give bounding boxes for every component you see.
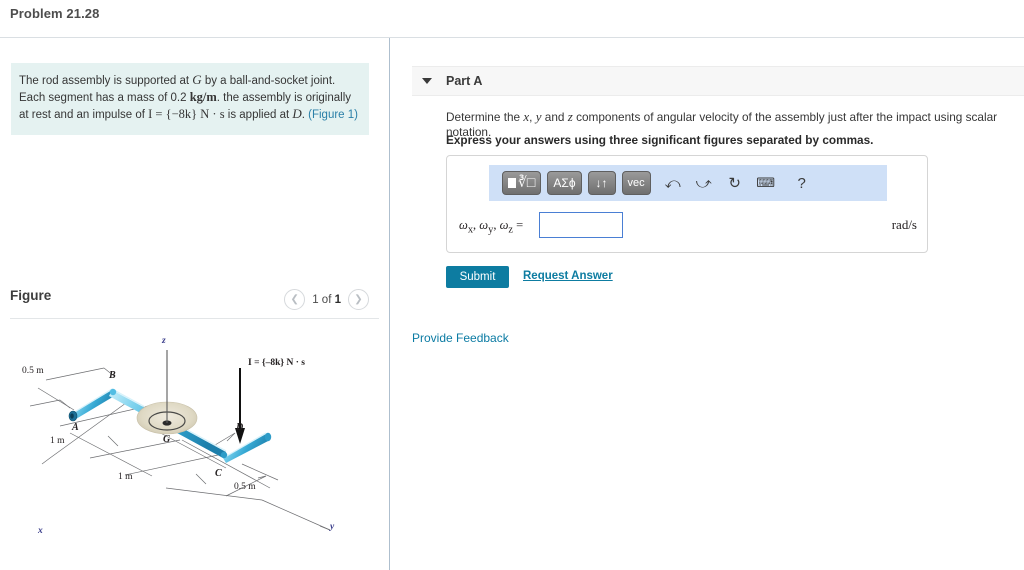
answer-label: ωx, ωy, ωz = <box>459 218 524 236</box>
figure-divider <box>10 318 379 319</box>
problem-text-segment-1: The rod assembly is supported at <box>19 75 193 87</box>
problem-point-g: G <box>192 72 202 87</box>
point-label-b: B <box>109 370 116 381</box>
reset-icon[interactable]: ↻ <box>726 174 744 192</box>
rod-assembly-svg <box>30 350 331 531</box>
right-panel: Part A Determine the x, y and z componen… <box>390 38 1024 570</box>
figure-counter-total: 1 <box>334 293 341 306</box>
dimension-label-cd: 0.5 m <box>234 482 256 492</box>
impulse-label: I = {–8k} N · s <box>248 358 305 368</box>
math-toolbar: ∛□ ΑΣϕ ↓↑ vec ⤺ ⤻ ↻ ⌨ ? <box>489 165 887 201</box>
question-mid-2: and <box>541 110 568 124</box>
answer-container: ∛□ ΑΣϕ ↓↑ vec ⤺ ⤻ ↻ ⌨ ? ωx, ωy, ωz = rad… <box>446 155 928 253</box>
provide-feedback-link[interactable]: Provide Feedback <box>412 331 509 345</box>
help-icon[interactable]: ? <box>793 175 811 192</box>
dimension-label-bottom: 1 m <box>118 472 133 482</box>
vector-button[interactable]: vec <box>621 171 651 195</box>
undo-icon[interactable]: ⤺ <box>664 175 682 192</box>
part-a-instruction: Express your answers using three signifi… <box>446 133 874 147</box>
box-glyph <box>508 178 516 188</box>
part-a-title: Part A <box>446 74 483 88</box>
part-a-header[interactable]: Part A <box>412 66 1024 96</box>
answer-units: rad/s <box>891 217 917 232</box>
problem-impulse-expression: I = {−8k} N · s <box>148 107 225 121</box>
sort-arrows-label: ↓↑ <box>595 176 608 190</box>
point-label-a: A <box>72 422 79 433</box>
answer-row: ωx, ωy, ωz = rad/s <box>447 208 929 246</box>
problem-point-d: D <box>292 106 302 121</box>
page-title: Problem 21.28 <box>10 6 100 21</box>
caret-down-icon[interactable] <box>422 78 432 84</box>
problem-mass-units: kg/m <box>189 89 217 104</box>
vector-label: vec <box>627 177 645 189</box>
greek-letters-button[interactable]: ΑΣϕ <box>547 171 582 195</box>
figure-counter: 1 of 1 <box>312 294 341 306</box>
redo-icon[interactable]: ⤻ <box>695 175 713 192</box>
dimension-label-ab: 0.5 m <box>22 366 44 376</box>
greek-letters-label: ΑΣϕ <box>553 176 576 190</box>
axis-label-x: x <box>38 526 43 536</box>
submit-button[interactable]: Submit <box>446 266 509 288</box>
point-label-c: C <box>215 468 222 479</box>
chevron-right-icon[interactable]: ❯ <box>348 289 369 310</box>
problem-description: The rod assembly is supported at G by a … <box>11 63 369 135</box>
problem-text-segment-4: is applied at <box>224 109 293 121</box>
sort-arrows-button[interactable]: ↓↑ <box>587 171 616 195</box>
figure-diagram: z x y B A G C D 0.5 m 1 m 1 m 0.5 m I = … <box>22 328 370 558</box>
chevron-left-icon[interactable]: ❮ <box>284 289 306 310</box>
answer-input[interactable] <box>539 212 623 238</box>
question-pre: Determine the <box>446 110 524 124</box>
radical-glyph: ∛□ <box>518 175 536 191</box>
dimension-lines <box>30 367 331 531</box>
dimension-label-a: 1 m <box>50 436 65 446</box>
figure-title: Figure <box>10 288 52 303</box>
point-label-g: G <box>163 434 171 445</box>
point-label-d: D <box>236 422 244 433</box>
request-answer-link[interactable]: Request Answer <box>523 270 613 282</box>
figure-1-link[interactable]: (Figure 1) <box>308 109 358 121</box>
template-root-button[interactable]: ∛□ <box>502 171 542 195</box>
figure-navigation: ❮ 1 of 1 ❯ <box>284 289 369 310</box>
keyboard-icon[interactable]: ⌨ <box>756 175 775 191</box>
figure-counter-prefix: 1 of <box>312 293 335 306</box>
axis-label-y: y <box>330 522 335 532</box>
axis-label-z: z <box>162 336 166 346</box>
left-panel: The rod assembly is supported at G by a … <box>0 38 389 570</box>
